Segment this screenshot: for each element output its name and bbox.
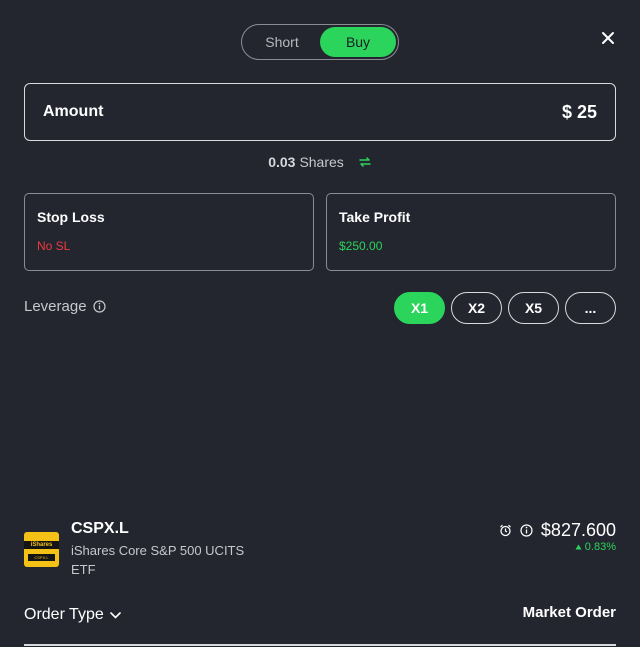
alarm-icon[interactable]: [499, 524, 512, 537]
amount-value[interactable]: $ 25: [562, 102, 597, 123]
asset-info: iShares CSPX.L CSPX.L iShares Core S&P 5…: [24, 518, 616, 580]
logo-brand: iShares: [24, 541, 59, 549]
swap-icon: [359, 157, 371, 167]
leverage-label: Leverage: [24, 298, 87, 315]
order-type-value[interactable]: Market Order: [523, 604, 616, 621]
asset-change: 0.83%: [575, 541, 616, 553]
leverage-x2-button[interactable]: X2: [451, 292, 502, 324]
asset-price: $827.600: [540, 520, 616, 540]
take-profit-box[interactable]: Take Profit $250.00: [326, 193, 616, 271]
side-toggle: Short Buy: [241, 24, 399, 60]
close-button[interactable]: [598, 28, 618, 48]
leverage-options: X1 X2 X5 ...: [394, 292, 616, 324]
info-icon[interactable]: [520, 524, 533, 537]
short-toggle-button[interactable]: Short: [244, 27, 320, 57]
info-icon[interactable]: [92, 300, 106, 313]
price-row: $827.600: [499, 520, 616, 541]
buy-toggle-button[interactable]: Buy: [320, 27, 396, 57]
leverage-more-button[interactable]: ...: [565, 292, 616, 324]
stop-loss-title: Stop Loss: [37, 209, 105, 225]
stop-loss-value: No SL: [37, 239, 71, 253]
shares-unit: Shares: [299, 154, 344, 170]
take-profit-title: Take Profit: [339, 209, 411, 225]
shares-readout: 0.03 Shares: [0, 154, 640, 170]
logo-ticker: CSPX.L: [28, 554, 55, 561]
take-profit-value: $250.00: [339, 239, 383, 253]
order-type-label: Order Type: [24, 606, 104, 623]
asset-name: iShares Core S&P 500 UCITS ETF: [71, 543, 245, 577]
amount-field[interactable]: Amount $ 25: [24, 83, 616, 141]
asset-logo: iShares CSPX.L: [24, 532, 59, 567]
stop-loss-box[interactable]: Stop Loss No SL: [24, 193, 314, 271]
leverage-x5-button[interactable]: X5: [508, 292, 559, 324]
shares-count: 0.03: [268, 154, 296, 170]
leverage-x1-button[interactable]: X1: [394, 292, 445, 324]
asset-symbol: CSPX.L: [71, 520, 129, 537]
swap-units-button[interactable]: [358, 156, 372, 168]
amount-label: Amount: [43, 103, 104, 120]
chevron-down-icon: [109, 611, 121, 619]
divider: [24, 644, 616, 646]
caret-up-icon: [575, 544, 582, 550]
leverage-label-group: Leverage: [24, 298, 106, 315]
order-type-dropdown[interactable]: Order Type: [24, 606, 121, 624]
close-icon: [602, 32, 614, 44]
asset-change-value: 0.83%: [584, 541, 616, 553]
